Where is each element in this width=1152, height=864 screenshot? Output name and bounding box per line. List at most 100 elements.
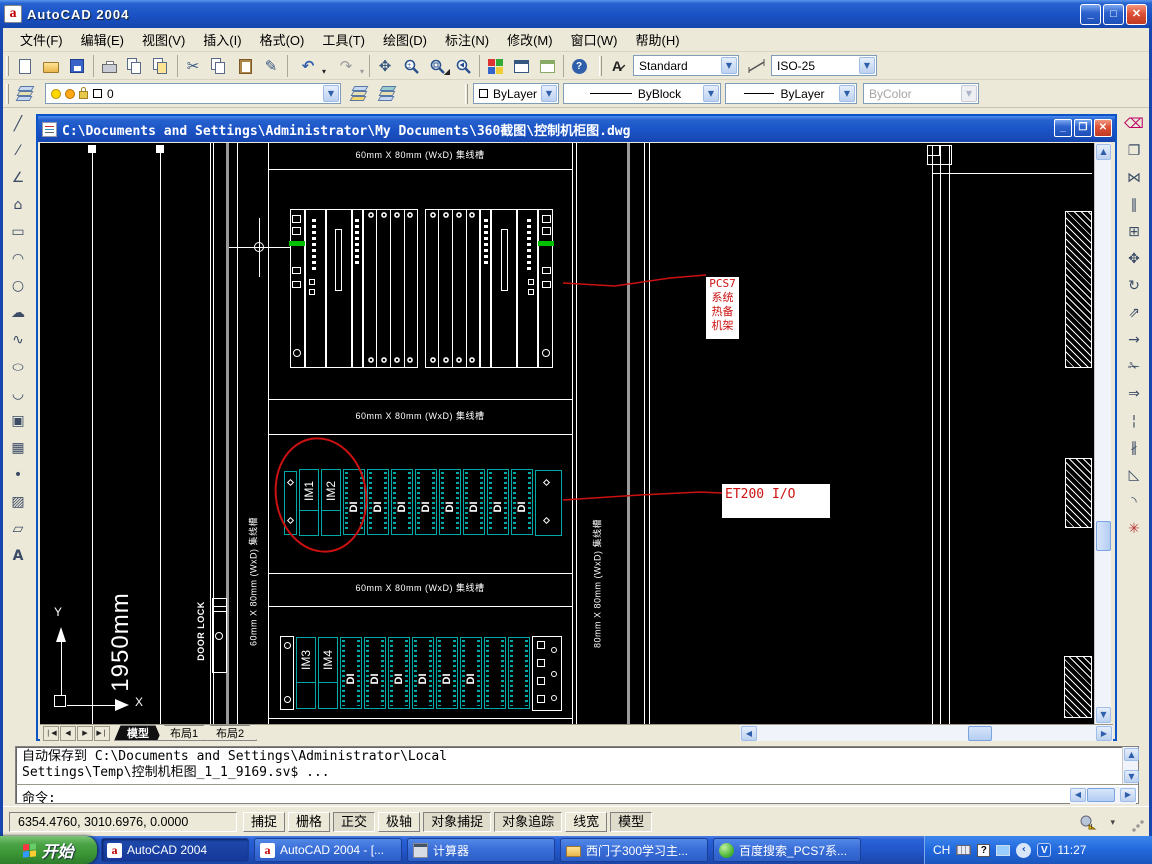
zoom-flyout-icon[interactable]: ◢ [444, 67, 450, 76]
make-block-button[interactable]: ▦ [5, 435, 31, 461]
menu-insert[interactable]: 插入(I) [194, 27, 250, 52]
array-button[interactable]: ⊞ [1121, 219, 1147, 245]
status-toggle-ortho[interactable]: 正交 [333, 812, 375, 832]
mirror-button[interactable]: ⋈ [1121, 165, 1147, 191]
chevron-down-icon[interactable]: ▼ [323, 85, 339, 102]
text-style-combo[interactable]: Standard ▼ [633, 55, 739, 76]
command-horizontal-scrollbar[interactable]: ◀ ▶ [1070, 787, 1136, 804]
match-properties-button[interactable]: ✎ [259, 54, 283, 78]
hatch-button[interactable]: ▨ [5, 489, 31, 515]
color-combo[interactable]: ByLayer ▼ [473, 83, 559, 104]
menu-window[interactable]: 窗口(W) [562, 27, 627, 52]
doc-restore-button[interactable]: ❐ [1074, 119, 1092, 137]
copy-button[interactable] [207, 54, 231, 78]
chevron-down-icon[interactable]: ▼ [541, 85, 557, 102]
zoom-window-button[interactable]: ◢ [425, 54, 449, 78]
menu-file[interactable]: 文件(F) [11, 27, 72, 52]
vertical-scroll-thumb[interactable] [1096, 521, 1111, 551]
ellipse-button[interactable]: ○ [5, 354, 31, 380]
scroll-down-icon[interactable]: ▼ [1124, 770, 1139, 783]
scale-button[interactable]: ⇗ [1121, 300, 1147, 326]
rectangle-button[interactable]: ▭ [5, 219, 31, 245]
insert-block-button[interactable]: ▣ [5, 408, 31, 434]
tray-app-icon[interactable]: V [1037, 843, 1051, 857]
tab-model[interactable]: 模型 [114, 725, 162, 741]
taskbar-task-baidu-search[interactable]: 百度搜索_PCS7系... [713, 838, 861, 862]
ime-indicator[interactable]: CH [933, 843, 950, 857]
maximize-button[interactable]: □ [1103, 4, 1124, 25]
tab-layout1[interactable]: 布局1 [157, 725, 211, 741]
scroll-left-icon[interactable]: ◀ [741, 726, 757, 741]
horizontal-scroll-thumb[interactable] [1087, 788, 1115, 802]
fillet-button[interactable]: ◝ [1121, 489, 1147, 515]
tool-palettes-button[interactable] [535, 54, 559, 78]
dim-style-button[interactable] [745, 54, 769, 78]
scroll-down-icon[interactable]: ▼ [1096, 707, 1111, 723]
close-button[interactable]: ✕ [1126, 4, 1147, 25]
command-window[interactable]: 自动保存到 C:\Documents and Settings\Administ… [15, 746, 1139, 804]
horizontal-scroll-thumb[interactable] [968, 726, 992, 741]
construction-line-button[interactable]: ⁄ [5, 138, 31, 164]
line-button[interactable]: ╱ [5, 111, 31, 137]
chevron-down-icon[interactable]: ▼ [839, 85, 855, 102]
offset-button[interactable]: ∥ [1121, 192, 1147, 218]
explode-button[interactable]: ✳ [1121, 516, 1147, 542]
text-style-button[interactable]: A̷ [605, 54, 629, 78]
start-button[interactable]: 开始 [0, 836, 97, 864]
spline-button[interactable]: ∿ [5, 327, 31, 353]
menu-modify[interactable]: 修改(M) [498, 27, 562, 52]
circle-button[interactable]: ○ [5, 273, 31, 299]
scroll-up-icon[interactable]: ▲ [1096, 144, 1111, 160]
polygon-button[interactable]: ⌂ [5, 192, 31, 218]
designcenter-button[interactable] [509, 54, 533, 78]
region-button[interactable]: ▱ [5, 516, 31, 542]
command-vertical-scrollbar[interactable]: ▲ ▼ [1122, 747, 1138, 784]
redo-dropdown-icon[interactable]: ▾ [360, 67, 364, 76]
status-toggle-polar[interactable]: 极轴 [378, 812, 420, 832]
status-toggle-otrack[interactable]: 对象追踪 [494, 812, 562, 832]
menu-dimension[interactable]: 标注(N) [436, 27, 498, 52]
layer-combo[interactable]: 0 ▼ [45, 83, 341, 104]
new-button[interactable] [13, 54, 37, 78]
network-icon[interactable] [996, 845, 1010, 856]
status-toggle-model[interactable]: 模型 [610, 812, 652, 832]
stretch-button[interactable]: → [1121, 327, 1147, 353]
chevron-down-icon[interactable]: ▼ [703, 85, 719, 102]
chevron-down-icon[interactable]: ▼ [859, 57, 875, 74]
layer-manager-button[interactable] [13, 82, 37, 106]
cut-button[interactable]: ✂ [181, 54, 205, 78]
doc-minimize-button[interactable]: _ [1054, 119, 1072, 137]
zoom-realtime-button[interactable]: ± [399, 54, 423, 78]
scroll-right-icon[interactable]: ▶ [1096, 726, 1112, 741]
properties-button[interactable] [483, 54, 507, 78]
canvas-vertical-scrollbar[interactable]: ▲ ▼ [1094, 143, 1111, 724]
taskbar-task-calculator[interactable]: 计算器 [407, 838, 555, 862]
layer-on-bulb-icon[interactable] [51, 89, 61, 99]
break-button[interactable]: ∦ [1121, 435, 1147, 461]
polyline-button[interactable]: ∠ [5, 165, 31, 191]
minimize-button[interactable]: _ [1080, 4, 1101, 25]
paste-button[interactable] [233, 54, 257, 78]
pan-button[interactable]: ✥ [373, 54, 397, 78]
layer-lock-icon[interactable] [79, 91, 88, 99]
publish-button[interactable] [149, 54, 173, 78]
next-tab-icon[interactable]: ▶ [77, 726, 93, 741]
point-button[interactable]: • [5, 462, 31, 488]
dim-style-combo[interactable]: ISO-25 ▼ [771, 55, 877, 76]
copy-object-button[interactable]: ❐ [1121, 138, 1147, 164]
extend-button[interactable]: ⇒ [1121, 381, 1147, 407]
drawing-canvas[interactable]: 60mm X 80mm (WxD) 集线槽 60mm X 80mm (WxD) … [40, 143, 1094, 724]
menu-help[interactable]: 帮助(H) [627, 27, 689, 52]
scroll-right-icon[interactable]: ▶ [1120, 788, 1136, 802]
zoom-previous-button[interactable] [451, 54, 475, 78]
canvas-horizontal-scrollbar[interactable]: ◀ ▶ [740, 725, 1113, 742]
doc-close-button[interactable]: ✕ [1094, 119, 1112, 137]
undo-button[interactable]: ↶▾ [291, 54, 325, 78]
first-tab-icon[interactable]: ❘◀ [43, 726, 59, 741]
scroll-up-icon[interactable]: ▲ [1124, 748, 1139, 761]
chevron-down-icon[interactable]: ▼ [721, 57, 737, 74]
menu-tools[interactable]: 工具(T) [313, 27, 374, 52]
rotate-button[interactable]: ↻ [1121, 273, 1147, 299]
help-button[interactable]: ? [567, 54, 591, 78]
move-button[interactable]: ✥ [1121, 246, 1147, 272]
